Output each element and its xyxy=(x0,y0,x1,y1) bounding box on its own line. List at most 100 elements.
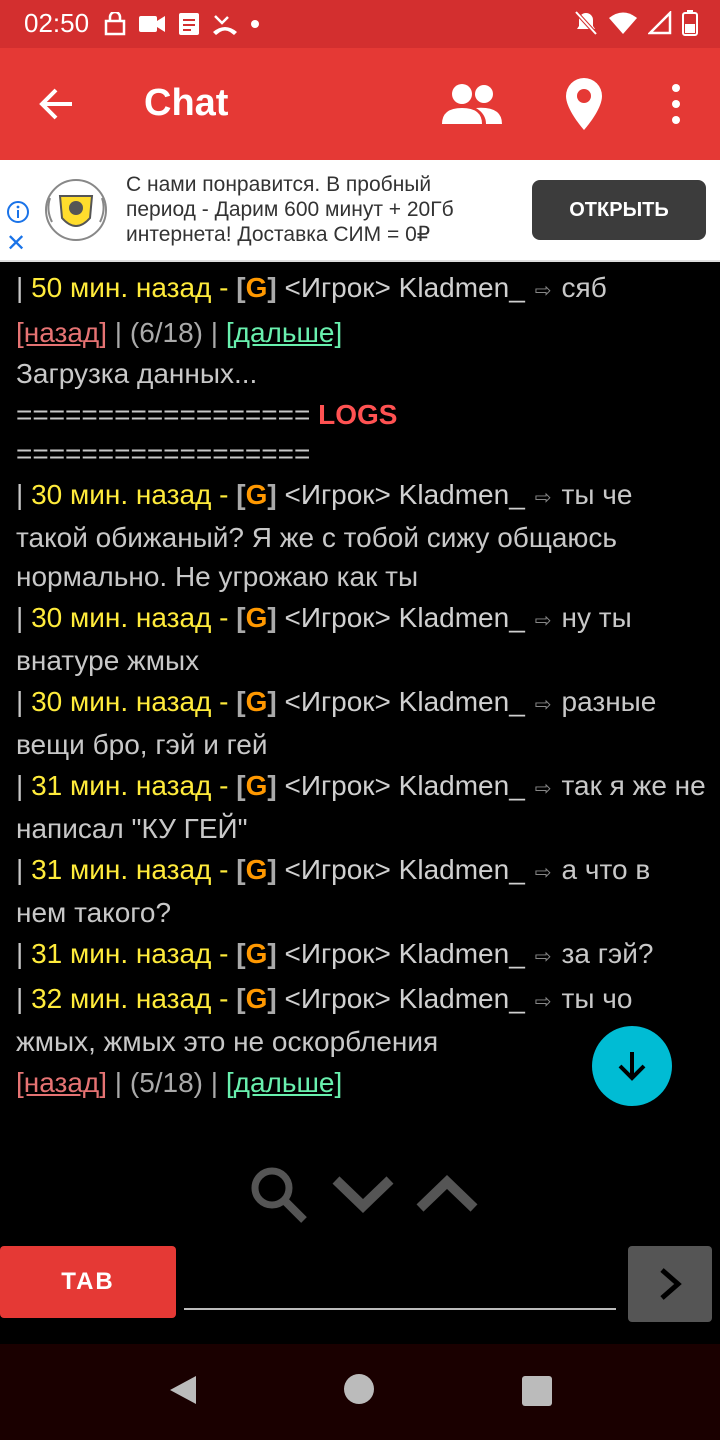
tab-button[interactable]: TAB xyxy=(0,1246,176,1318)
tag-bracket: ] xyxy=(267,686,277,717)
tag-bracket: ] xyxy=(267,938,277,969)
tag-bracket: [ xyxy=(236,479,246,510)
tag-bracket: ] xyxy=(267,479,277,510)
message-pipe: | xyxy=(16,770,32,801)
tag-label: G xyxy=(245,602,268,633)
missed-call-icon xyxy=(213,15,237,35)
next-page-link[interactable]: [дальше] xyxy=(226,1067,342,1098)
status-bar: 02:50 xyxy=(0,0,720,48)
chat-tools xyxy=(248,1162,478,1226)
chevron-up-icon[interactable] xyxy=(416,1174,478,1214)
message-time: 30 мин. назад - xyxy=(31,602,237,633)
arrow-icon: ⇨ xyxy=(534,694,552,716)
logs-separator: ================== xyxy=(16,399,319,430)
ad-logo-icon xyxy=(45,179,107,241)
tag-bracket: [ xyxy=(236,983,246,1014)
more-vert-icon[interactable] xyxy=(668,82,684,126)
message-list: | 30 мин. назад - [G] <Игрок> Kladmen_ ⇨ т… xyxy=(16,475,706,1061)
message-pipe: | xyxy=(16,983,32,1014)
message-pipe: | xyxy=(16,272,32,303)
nav-home-icon[interactable] xyxy=(344,1374,374,1404)
message-nick[interactable]: <Игрок> Kladmen_ xyxy=(277,770,524,801)
tag-bracket: [ xyxy=(236,272,246,303)
battery-icon xyxy=(682,10,698,36)
tag-bracket: ] xyxy=(267,983,277,1014)
people-icon[interactable] xyxy=(440,80,504,128)
chat-message: | 31 мин. назад - [G] <Игрок> Kladmen_ ⇨ а… xyxy=(16,850,706,932)
tag-bracket: ] xyxy=(267,854,277,885)
video-icon xyxy=(139,16,165,32)
chat-message: | 30 мин. назад - [G] <Игрок> Kladmen_ ⇨ р… xyxy=(16,682,706,764)
tag-bracket: [ xyxy=(236,938,246,969)
prev-page-link[interactable]: [назад] xyxy=(16,317,107,348)
send-button[interactable] xyxy=(628,1246,712,1322)
message-pipe: | xyxy=(16,854,32,885)
chevron-down-icon[interactable] xyxy=(332,1174,394,1214)
message-nick[interactable]: <Игрок> Kladmen_ xyxy=(277,479,524,510)
message-nick[interactable]: <Игрок> Kladmen_ xyxy=(277,602,524,633)
chat-message: | 31 мин. назад - [G] <Игрок> Kladmen_ ⇨ т… xyxy=(16,766,706,848)
tag-label: G xyxy=(245,770,268,801)
prev-page-link[interactable]: [назад] xyxy=(16,1067,107,1098)
message-nick[interactable]: <Игрок> Kladmen_ xyxy=(277,983,524,1014)
arrow-icon: ⇨ xyxy=(534,487,552,509)
ad-text: С нами понравится. В пробный период - Да… xyxy=(126,173,454,246)
tag-label: G xyxy=(245,272,268,303)
loading-text: Загрузка данных... xyxy=(16,358,258,389)
system-nav-bar xyxy=(0,1344,720,1440)
chat-message: | 31 мин. назад - [G] <Игрок> Kladmen_ ⇨ з… xyxy=(16,934,706,977)
wifi-icon xyxy=(609,12,637,34)
logs-separator: ================== xyxy=(16,438,311,469)
app-bar: Chat xyxy=(0,48,720,160)
message-nick[interactable]: <Игрок> Kladmen_ xyxy=(277,272,524,303)
tag-label: G xyxy=(245,938,268,969)
search-icon[interactable] xyxy=(248,1164,310,1224)
logs-label: LOGS xyxy=(318,399,398,430)
message-nick[interactable]: <Игрок> Kladmen_ xyxy=(277,686,524,717)
message-pipe: | xyxy=(16,602,32,633)
arrow-icon: ⇨ xyxy=(534,991,552,1013)
location-pin-icon[interactable] xyxy=(560,76,608,132)
bell-off-icon xyxy=(574,10,598,36)
tag-bracket: [ xyxy=(236,770,246,801)
message-pipe: | xyxy=(16,938,32,969)
page-title: Chat xyxy=(144,82,229,124)
ad-info-icon[interactable] xyxy=(6,200,30,224)
message-pipe: | xyxy=(16,479,32,510)
message-input[interactable] xyxy=(184,1250,616,1310)
signal-icon xyxy=(648,11,672,35)
status-notification-icons xyxy=(104,12,260,36)
next-page-link[interactable]: [дальше] xyxy=(226,317,342,348)
message-time: 31 мин. назад - xyxy=(31,938,237,969)
message-time: 32 мин. назад - xyxy=(31,983,237,1014)
message-nick[interactable]: <Игрок> Kladmen_ xyxy=(277,854,524,885)
message-time: 30 мин. назад - xyxy=(31,479,237,510)
arrow-icon: ⇨ xyxy=(534,610,552,632)
message-icon xyxy=(179,13,199,35)
arrow-icon: ⇨ xyxy=(534,946,552,968)
chevron-right-icon xyxy=(660,1268,682,1300)
tag-bracket: ] xyxy=(267,770,277,801)
tag-label: G xyxy=(245,686,268,717)
scroll-down-button[interactable] xyxy=(592,1026,672,1106)
arrow-icon: ⇨ xyxy=(534,280,552,302)
nav-back-icon[interactable] xyxy=(168,1374,198,1406)
ad-banner[interactable]: ✕ С нами понравится. В пробный период - … xyxy=(0,160,720,262)
nav-recents-icon[interactable] xyxy=(522,1376,552,1406)
chat-log: | 50 мин. назад - [G] <Игрок> Kladmen_ ⇨ с… xyxy=(16,268,706,1104)
tag-label: G xyxy=(245,854,268,885)
message-nick[interactable]: <Игрок> Kladmen_ xyxy=(277,938,524,969)
dot-icon xyxy=(251,20,259,28)
tag-bracket: ] xyxy=(267,602,277,633)
message-time: 31 мин. назад - xyxy=(31,854,237,885)
message-text: сяб xyxy=(561,272,607,303)
tag-bracket: ] xyxy=(267,272,277,303)
ad-close-icon[interactable]: ✕ xyxy=(6,232,26,256)
back-arrow-icon[interactable] xyxy=(36,84,76,124)
ad-open-button[interactable]: ОТКРЫТЬ xyxy=(532,180,706,240)
logs-header: ================== LOGS ================… xyxy=(16,395,706,473)
chat-message: | 30 мин. назад - [G] <Игрок> Kladmen_ ⇨ н… xyxy=(16,598,706,680)
message-time: 31 мин. назад - xyxy=(31,770,237,801)
chat-message: | 50 мин. назад - [G] <Игрок> Kladmen_ ⇨ с… xyxy=(16,268,706,311)
message-text: за гэй? xyxy=(561,938,654,969)
